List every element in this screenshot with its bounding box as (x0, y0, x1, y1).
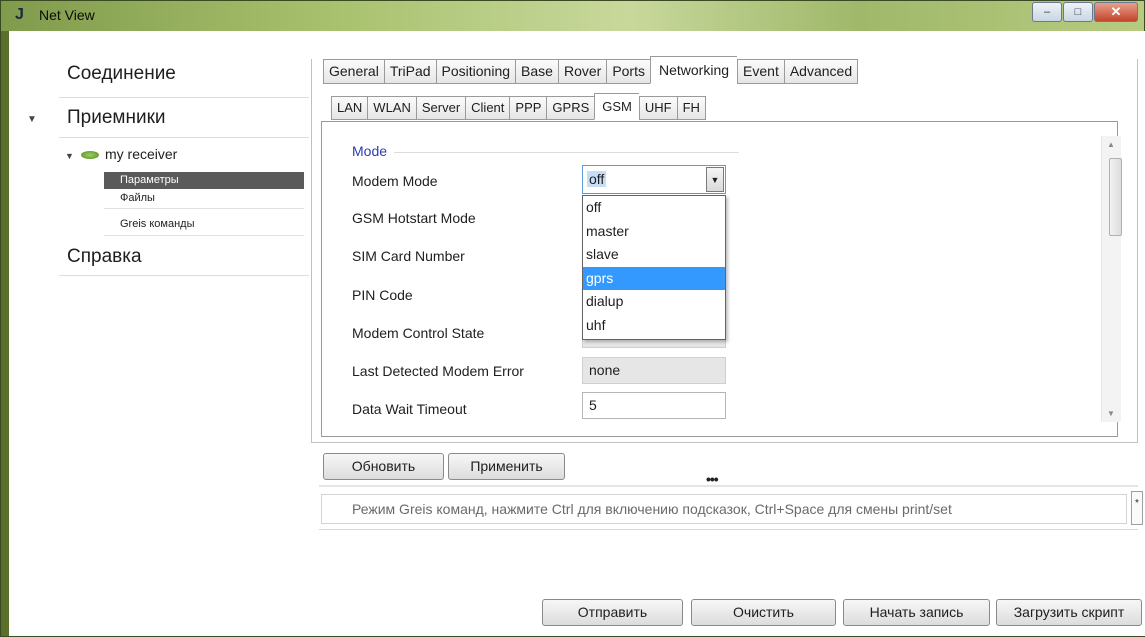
chevron-down-icon[interactable]: ▼ (706, 167, 724, 192)
label-modem-control-state: Modem Control State (352, 325, 485, 341)
greis-command-input[interactable]: Режим Greis команд, нажмите Ctrl для вкл… (321, 494, 1127, 524)
maximize-button[interactable]: □ (1063, 2, 1093, 22)
console-side-button[interactable]: * (1131, 491, 1143, 525)
vertical-scrollbar[interactable]: ▲ ▼ (1101, 136, 1122, 422)
tree-receiver[interactable]: my receiver (105, 146, 177, 162)
tab-fh[interactable]: FH (676, 96, 706, 120)
label-modem-mode: Modem Mode (352, 173, 438, 189)
console-divider (319, 529, 1138, 530)
nav-help[interactable]: Справка (67, 246, 142, 268)
group-title-mode: Mode (352, 143, 388, 159)
tab-general[interactable]: General (323, 59, 384, 84)
data-wait-timeout-field[interactable]: 5 (582, 392, 726, 419)
window-title: Net View (39, 7, 95, 23)
tab-wlan[interactable]: WLAN (367, 96, 416, 120)
label-pin-code: PIN Code (352, 287, 413, 303)
expand-arrow-icon[interactable]: ▼ (27, 114, 37, 125)
sub-item-params[interactable]: Параметры (104, 172, 304, 189)
dropdown-option-gprs[interactable]: gprs (583, 266, 725, 290)
nav-connection[interactable]: Соединение (67, 63, 176, 85)
apply-button[interactable]: Применить (448, 453, 565, 480)
tab-uhf[interactable]: UHF (638, 96, 677, 120)
tab-client[interactable]: Client (465, 96, 510, 120)
last-error-field: none (582, 357, 726, 384)
tab-gprs[interactable]: GPRS (546, 96, 595, 120)
label-last-error: Last Detected Modem Error (352, 363, 524, 379)
dropdown-option-off[interactable]: off (583, 196, 725, 220)
nav-divider (59, 137, 309, 138)
send-button[interactable]: Отправить (542, 599, 683, 626)
start-record-button[interactable]: Начать запись (843, 599, 990, 626)
app-logo-icon: J (15, 6, 24, 23)
receiver-icon (81, 151, 99, 159)
tab-lan[interactable]: LAN (331, 96, 368, 120)
sub-item-files[interactable]: Файлы (104, 190, 304, 207)
scroll-down-icon[interactable]: ▼ (1107, 409, 1115, 418)
modem-mode-select[interactable]: off ▼ (582, 165, 726, 194)
nav-divider (59, 97, 309, 98)
sub-divider (104, 208, 304, 209)
tab-rover[interactable]: Rover (557, 59, 607, 84)
close-button[interactable]: ✕ (1094, 2, 1138, 22)
tab-ports[interactable]: Ports (606, 59, 650, 84)
label-data-wait-timeout: Data Wait Timeout (352, 401, 467, 417)
dropdown-option-uhf[interactable]: uhf (583, 314, 725, 338)
tab-server[interactable]: Server (415, 96, 466, 120)
minimize-button[interactable]: ‒ (1032, 2, 1062, 22)
dropdown-option-dialup[interactable]: dialup (583, 290, 725, 314)
tab-advanced[interactable]: Advanced (783, 59, 859, 84)
tab-networking[interactable]: Networking (650, 56, 738, 84)
splitter-divider (319, 485, 1138, 487)
tab-tripad[interactable]: TriPad (383, 59, 436, 84)
tab-ppp[interactable]: PPP (509, 96, 547, 120)
nav-divider (59, 275, 309, 276)
tab-positioning[interactable]: Positioning (435, 59, 516, 84)
nav-receivers[interactable]: Приемники (67, 107, 166, 129)
sub-tabs: LAN WLAN Server Client PPP GPRS GSM UHF … (331, 93, 706, 120)
title-bar[interactable]: J Net View ‒ □ ✕ (1, 1, 1144, 31)
label-gsm-hotstart: GSM Hotstart Mode (352, 210, 476, 226)
dropdown-option-master[interactable]: master (583, 220, 725, 244)
scroll-up-icon[interactable]: ▲ (1107, 140, 1115, 149)
tab-event[interactable]: Event (737, 59, 784, 84)
tab-gsm[interactable]: GSM (594, 93, 639, 120)
load-script-button[interactable]: Загрузить скрипт (996, 599, 1142, 626)
sub-divider (104, 235, 304, 236)
dropdown-option-slave[interactable]: slave (583, 243, 725, 267)
clear-button[interactable]: Очистить (691, 599, 836, 626)
expand-arrow-icon[interactable]: ▼ (65, 151, 74, 161)
tab-base[interactable]: Base (515, 59, 558, 84)
sub-item-greis[interactable]: Greis команды (104, 216, 304, 233)
main-tabs: General TriPad Positioning Base Rover Po… (323, 56, 859, 84)
refresh-button[interactable]: Обновить (323, 453, 444, 480)
modem-mode-dropdown: off master slave gprs dialup uhf (582, 195, 726, 340)
app-window: J Net View ‒ □ ✕ Соединение ▼ Приемники … (0, 0, 1145, 637)
label-sim-card: SIM Card Number (352, 248, 465, 264)
group-divider (394, 152, 739, 153)
scroll-thumb[interactable] (1109, 158, 1122, 236)
modem-mode-value: off (587, 171, 607, 187)
